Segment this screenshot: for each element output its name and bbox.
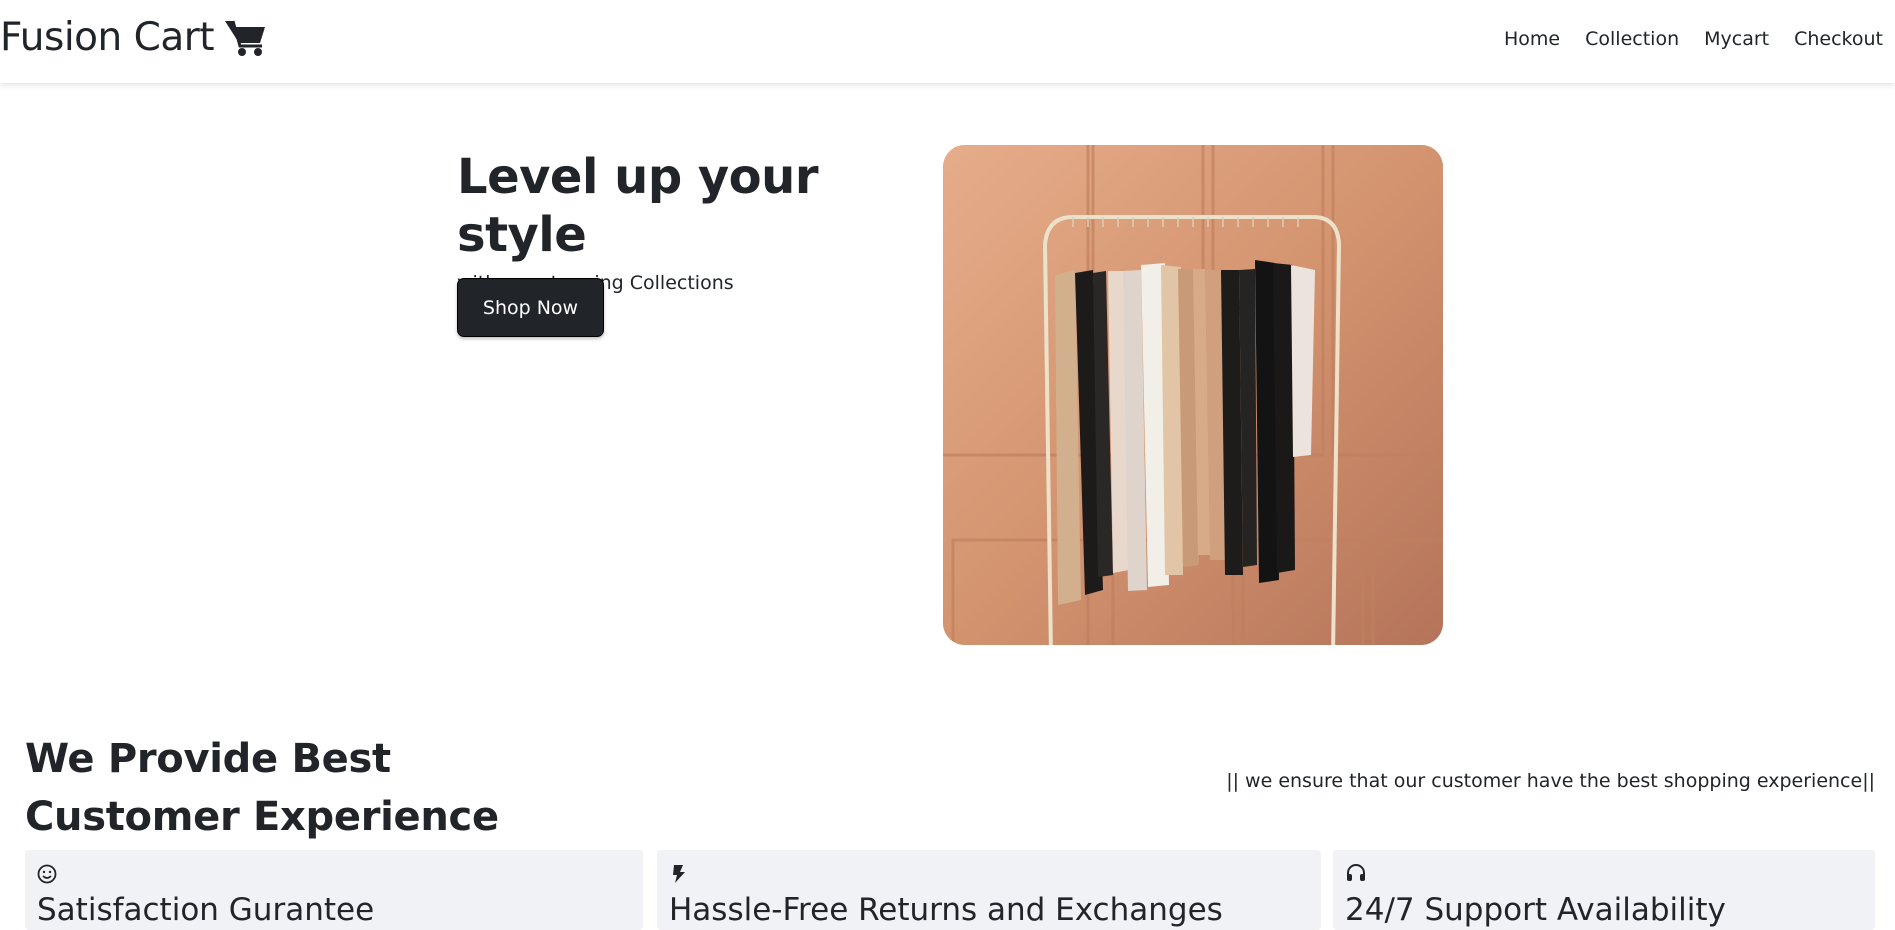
top-navbar: Fusion Cart Home Collection Mycart Check… — [0, 0, 1895, 83]
nav-link-mycart[interactable]: Mycart — [1704, 28, 1769, 50]
experience-title: We Provide Best Customer Experience — [25, 730, 499, 846]
feature-title: 24/7 Support Availability — [1345, 892, 1726, 928]
experience-title-line2: Customer Experience — [25, 794, 499, 840]
brand-link[interactable]: Fusion Cart — [0, 15, 268, 60]
hero-text: Level up your style with our stunning Co… — [457, 148, 897, 294]
nav-links: Home Collection Mycart Checkout — [1504, 28, 1895, 50]
lightning-icon — [669, 864, 1309, 886]
shop-now-button[interactable]: Shop Now — [457, 278, 604, 337]
brand-name: Fusion Cart — [0, 15, 215, 60]
feature-title: Satisfaction Gurantee — [37, 892, 375, 928]
feature-title: Hassle-Free Returns and Exchanges — [669, 892, 1223, 928]
shopping-cart-icon — [224, 18, 268, 58]
hero-title: Level up your style — [457, 149, 819, 263]
feature-card-satisfaction: Satisfaction Gurantee — [25, 850, 643, 930]
headset-icon — [1345, 864, 1863, 886]
clothes-rack-image — [943, 145, 1443, 645]
nav-link-home[interactable]: Home — [1504, 28, 1560, 50]
smiley-icon — [37, 864, 631, 886]
nav-link-checkout[interactable]: Checkout — [1794, 28, 1883, 50]
feature-card-returns: Hassle-Free Returns and Exchanges — [657, 850, 1321, 930]
experience-title-line1: We Provide Best — [25, 736, 391, 782]
experience-tagline: || we ensure that our customer have the … — [1226, 770, 1875, 792]
feature-card-support: 24/7 Support Availability — [1333, 850, 1875, 930]
nav-link-collection[interactable]: Collection — [1585, 28, 1679, 50]
